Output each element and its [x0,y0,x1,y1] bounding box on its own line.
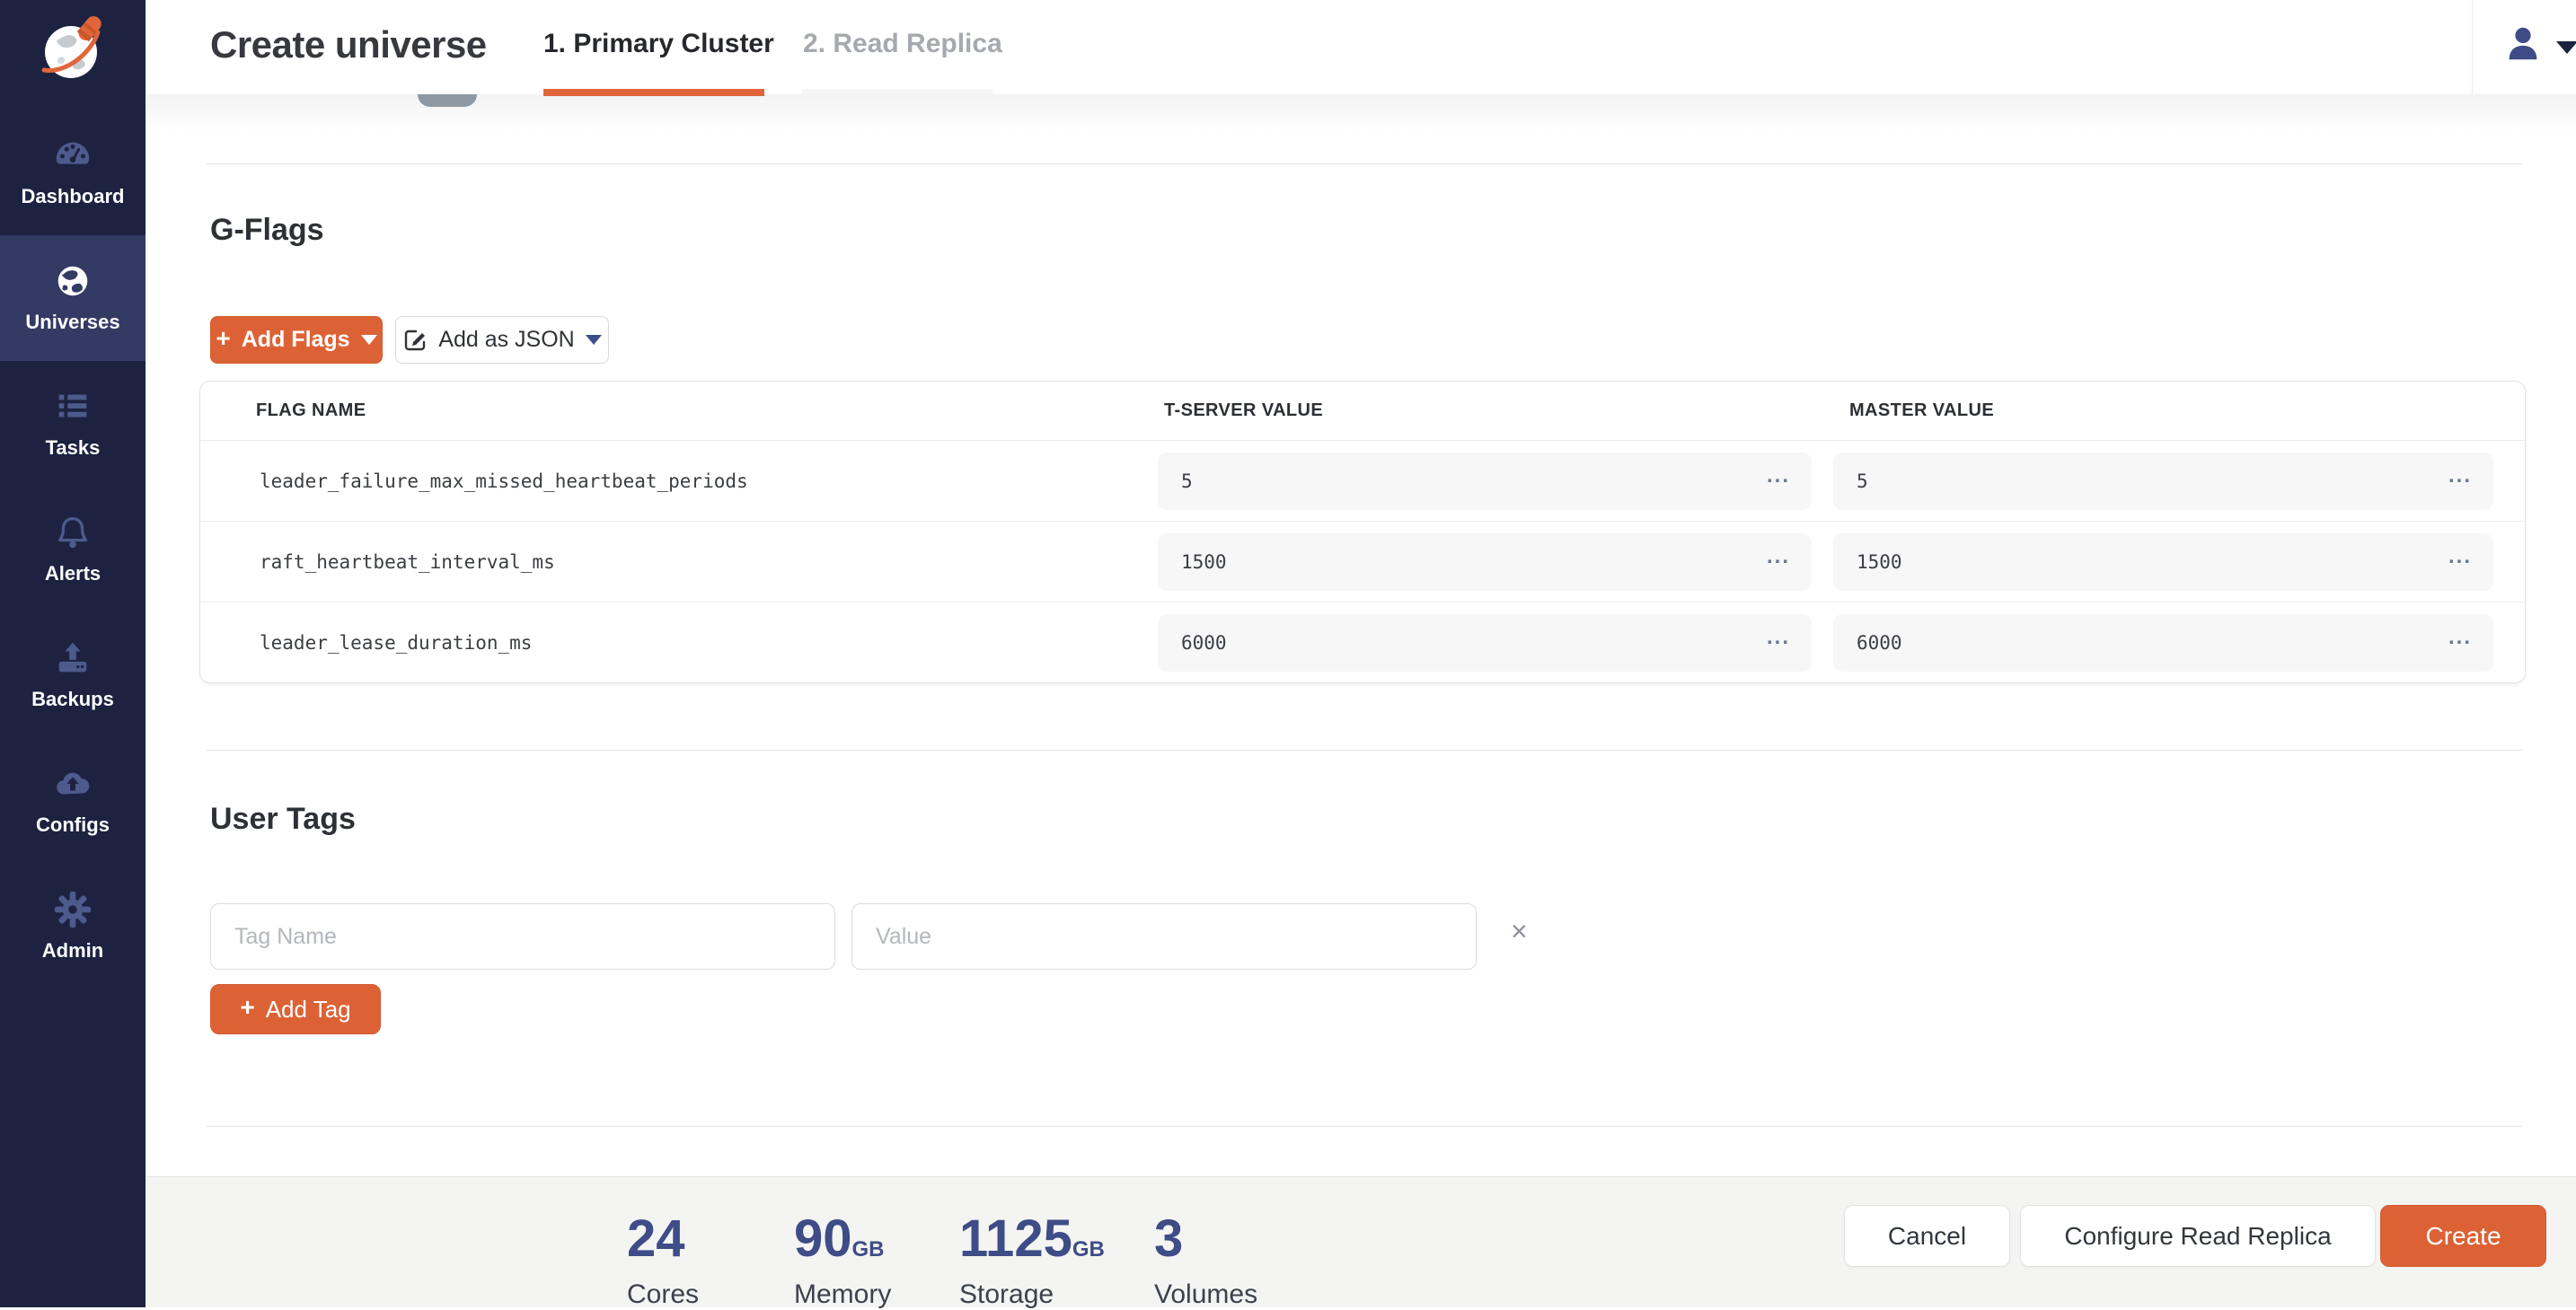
table-row: leader_failure_max_missed_heartbeat_peri… [200,441,2525,522]
add-flags-label: Add Flags [242,327,350,353]
inactive-tab-bar [802,89,992,94]
tserver-value-field[interactable]: 1500 ... [1158,533,1812,591]
footer-bar: 24 Cores 90GB Memory 1125GB Storage 3 Vo… [146,1176,2576,1307]
user-menu-caret-icon[interactable] [2556,41,2576,54]
table-row: leader_lease_duration_ms 6000 ... 6000 .… [200,602,2525,683]
sidebar-item-backups[interactable]: Backups [0,612,146,738]
tserver-value-field[interactable]: 5 ... [1158,453,1812,510]
configure-read-replica-button[interactable]: Configure Read Replica [2020,1205,2376,1267]
gauge-icon [52,135,93,176]
sidebar-item-label: Dashboard [0,185,146,208]
add-tag-button[interactable]: + Add Tag [210,984,381,1034]
stat-label: Storage [959,1279,1105,1310]
stat-volumes: 3 Volumes [1154,1213,1257,1310]
gear-icon [52,889,93,930]
gflags-table: FLAG NAME T-SERVER VALUE MASTER VALUE le… [199,381,2526,683]
stat-cores: 24 Cores [627,1213,699,1310]
tab-read-replica[interactable]: 2. Read Replica [803,29,1002,59]
flag-value: 5 [1181,470,1767,492]
column-header-tserver-value: T-SERVER VALUE [1164,400,1323,421]
section-divider [207,1126,2522,1127]
sidebar-item-label: Universes [0,311,146,334]
stat-storage: 1125GB Storage [959,1213,1105,1310]
master-value-field[interactable]: 6000 ... [1833,614,2493,672]
tag-name-input[interactable] [210,903,835,970]
stat-value: 3 [1154,1209,1183,1268]
stat-value: 90 [794,1209,852,1268]
remove-tag-icon[interactable]: × [1511,917,1528,945]
active-tab-underline [543,89,764,96]
sidebar: Dashboard Universes Tasks Alerts [0,0,146,1307]
add-as-json-button[interactable]: Add as JSON [395,316,609,364]
sidebar-item-dashboard[interactable]: Dashboard [0,110,146,235]
stat-label: Cores [627,1279,699,1310]
sidebar-item-label: Backups [0,688,146,711]
backup-upload-icon [52,637,93,679]
table-row: raft_heartbeat_interval_ms 1500 ... 1500… [200,522,2525,602]
tserver-value-field[interactable]: 6000 ... [1158,614,1812,672]
task-list-icon [52,386,93,427]
edit-square-icon [402,328,428,353]
sidebar-item-label: Tasks [0,436,146,460]
sidebar-item-alerts[interactable]: Alerts [0,487,146,612]
scroll-shadow-band [146,94,2576,163]
stat-label: Memory [794,1279,891,1310]
sidebar-item-admin[interactable]: Admin [0,864,146,989]
flag-name: leader_lease_duration_ms [260,632,532,654]
cloud-upload-icon [52,763,93,804]
master-value-field[interactable]: 1500 ... [1833,533,2493,591]
main-content: G-Flags + Add Flags Add as JSON FLAG NAM… [146,94,2576,1176]
stat-label: Volumes [1154,1279,1257,1310]
create-button[interactable]: Create [2380,1205,2546,1267]
gflags-heading: G-Flags [210,213,324,248]
flag-value: 5 [1857,470,2448,492]
sidebar-item-configs[interactable]: Configs [0,738,146,864]
plus-icon: + [240,995,254,1020]
column-header-flag-name: FLAG NAME [256,400,366,421]
sidebar-item-label: Configs [0,813,146,837]
stat-unit: GB [1072,1237,1105,1262]
cancel-button[interactable]: Cancel [1844,1205,2010,1267]
section-divider [207,163,2522,164]
add-flags-button[interactable]: + Add Flags [210,316,383,364]
globe-icon [52,260,93,302]
flag-value: 1500 [1857,551,2448,573]
chevron-down-icon [586,335,602,345]
flag-value: 6000 [1181,632,1767,654]
header-divider [2472,0,2473,94]
chevron-down-icon [361,335,377,345]
yugabyte-logo-icon[interactable] [35,11,110,86]
scrolled-toggle-remnant [418,94,477,107]
flag-value: 6000 [1857,632,2448,654]
stat-value: 24 [627,1209,685,1268]
page-title: Create universe [210,23,487,66]
column-header-master-value: MASTER VALUE [1849,400,1994,421]
user-avatar-icon[interactable] [2502,23,2544,65]
sidebar-item-label: Alerts [0,562,146,585]
stat-value: 1125 [959,1209,1072,1268]
sidebar-item-universes[interactable]: Universes [0,235,146,361]
stat-unit: GB [852,1237,885,1262]
section-divider [207,750,2522,751]
flag-name: raft_heartbeat_interval_ms [260,551,555,573]
flag-value: 1500 [1181,551,1767,573]
plus-icon: + [216,326,230,351]
master-value-field[interactable]: 5 ... [1833,453,2493,510]
tag-value-input[interactable] [851,903,1477,970]
header: Create universe 1. Primary Cluster 2. Re… [146,0,2576,94]
sidebar-item-label: Admin [0,939,146,963]
flag-name: leader_failure_max_missed_heartbeat_peri… [260,470,748,492]
bell-icon [52,512,93,553]
user-tags-heading: User Tags [210,802,356,837]
sidebar-item-tasks[interactable]: Tasks [0,361,146,487]
tab-primary-cluster[interactable]: 1. Primary Cluster [543,29,774,59]
add-as-json-label: Add as JSON [438,327,574,353]
table-header-row: FLAG NAME T-SERVER VALUE MASTER VALUE [200,382,2525,441]
add-tag-label: Add Tag [266,996,351,1024]
stat-memory: 90GB Memory [794,1213,891,1310]
